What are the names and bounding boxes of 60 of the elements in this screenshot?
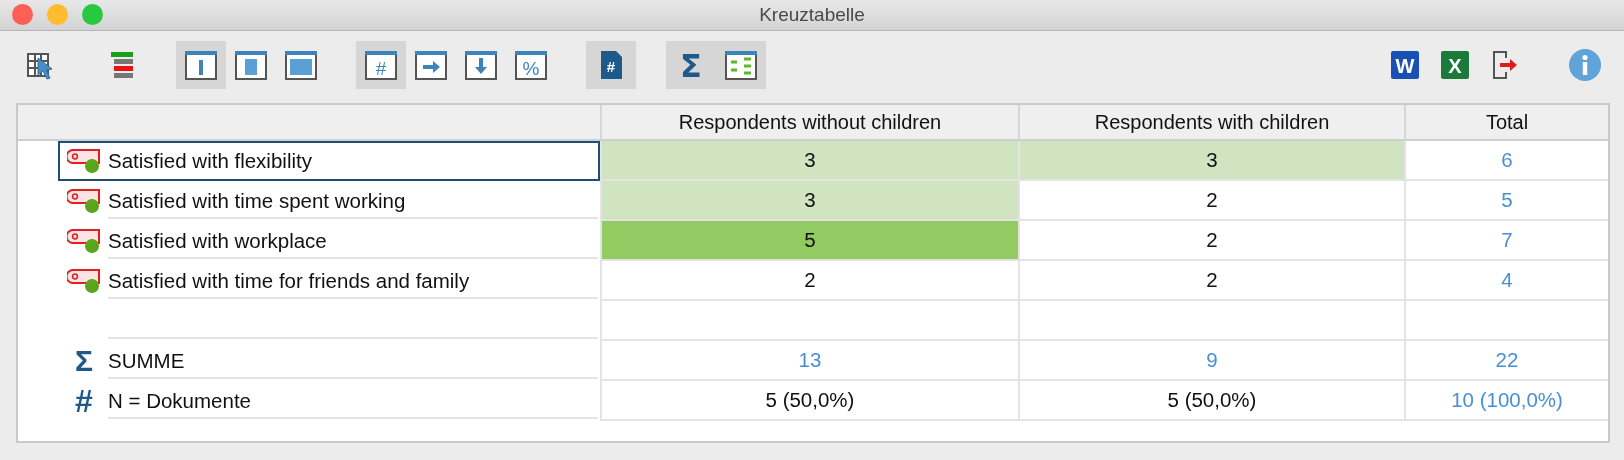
row-label-text: Satisfied with workplace	[108, 223, 598, 259]
table-cell: 10 (100,0%)	[1404, 381, 1608, 421]
code-tag-icon	[67, 148, 101, 174]
sigma-icon: Σ	[675, 49, 707, 81]
legend-button[interactable]	[716, 41, 766, 89]
table-cell: 2	[1018, 181, 1404, 221]
table-cell: 5	[600, 221, 1018, 261]
row-label[interactable]: Σ SUMME	[58, 341, 600, 381]
legend-icon	[724, 48, 758, 82]
table-cell: 3	[1018, 141, 1404, 181]
table-cell: 4	[1404, 261, 1608, 301]
row-label[interactable]: Satisfied with flexibility	[58, 141, 600, 181]
layout-bar-button[interactable]	[176, 41, 226, 89]
row-label-text: Satisfied with time for friends and family	[108, 263, 598, 299]
row-symbol: Σ	[75, 346, 93, 376]
percent-button[interactable]: %	[506, 41, 556, 89]
row-label[interactable]: Satisfied with time spent working	[58, 181, 600, 221]
info-icon	[1568, 48, 1602, 82]
table-cell: 9	[1018, 341, 1404, 381]
percent-icon: %	[514, 48, 548, 82]
table-cell: 5 (50,0%)	[1018, 381, 1404, 421]
window-title: Kreuztabelle	[759, 4, 865, 26]
layout-bar-icon	[184, 48, 218, 82]
row-label-text: Satisfied with flexibility	[108, 148, 313, 174]
table-cell: 5	[1404, 181, 1608, 221]
row-label[interactable]: Satisfied with workplace	[58, 221, 600, 261]
column-header: Respondents without children	[600, 105, 1018, 141]
code-tag-icon	[67, 188, 101, 214]
table-cell: 3	[600, 141, 1018, 181]
column-header: Total	[1404, 105, 1608, 141]
document-hash-button[interactable]: #	[586, 41, 636, 89]
table-cell: 2	[1018, 221, 1404, 261]
table-cell: 2	[600, 261, 1018, 301]
row-label[interactable]: # N = Dokumente	[58, 381, 600, 421]
hash-frame-icon: #	[364, 48, 398, 82]
sigma-button[interactable]: Σ	[666, 41, 716, 89]
row-label[interactable]: Satisfied with time for friends and family	[58, 261, 600, 301]
row-label-text: Satisfied with time spent working	[108, 183, 598, 219]
row-symbol: #	[75, 385, 93, 417]
layout-full-icon	[284, 48, 318, 82]
table-cell: 22	[1404, 341, 1608, 381]
table-cell: 3	[600, 181, 1018, 221]
table-cell: 2	[1018, 261, 1404, 301]
arrow-down-icon	[464, 48, 498, 82]
excel-button[interactable]: X	[1430, 41, 1480, 89]
excel-icon: X	[1440, 50, 1470, 80]
column-header: Respondents with children	[1018, 105, 1404, 141]
table-cell: 6	[1404, 141, 1608, 181]
hash-frame-button[interactable]: #	[356, 41, 406, 89]
row-label-text: N = Dokumente	[108, 383, 598, 419]
table-cell: 13	[600, 341, 1018, 381]
arrow-right-icon	[414, 48, 448, 82]
row-label-text: SUMME	[108, 343, 598, 379]
layout-block-icon	[234, 48, 268, 82]
code-tag-icon	[67, 268, 101, 294]
code-tag-icon	[67, 228, 101, 254]
word-button[interactable]: W	[1380, 41, 1430, 89]
table-cell: 5 (50,0%)	[600, 381, 1018, 421]
table-cell: 7	[1404, 221, 1608, 261]
word-icon: W	[1390, 50, 1420, 80]
